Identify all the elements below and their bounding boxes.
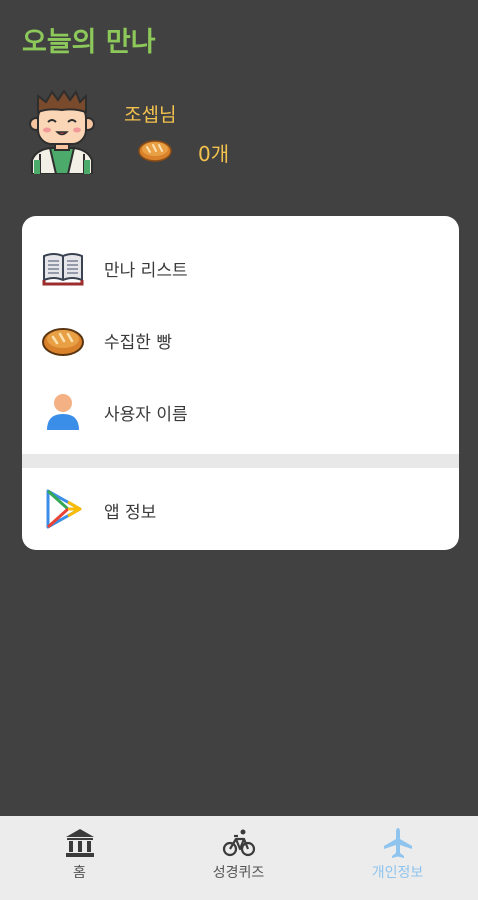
tab-bible-quiz[interactable]: 성경퀴즈 <box>159 816 318 900</box>
tab-label: 홈 <box>73 865 86 881</box>
tab-label: 성경퀴즈 <box>212 865 265 881</box>
play-store-icon <box>46 489 82 529</box>
app-title: 오늘의 만나 <box>22 27 156 58</box>
menu-item-label: 앱 정보 <box>104 503 157 523</box>
tab-label: 개인정보 <box>371 865 424 881</box>
menu-divider <box>22 454 459 468</box>
username: 조셉님 <box>124 104 177 126</box>
book-icon <box>42 253 84 286</box>
user-icon <box>47 394 79 430</box>
tab-personal-info[interactable]: 개인정보 <box>318 816 477 900</box>
bread-icon <box>138 140 172 162</box>
menu-item-app-info[interactable]: 앱 정보 <box>22 474 459 544</box>
menu-item-manna-list[interactable]: 만나 리스트 <box>22 232 459 302</box>
menu-item-label: 만나 리스트 <box>104 261 188 281</box>
menu-item-label: 사용자 이름 <box>104 405 188 425</box>
bread-icon <box>42 328 84 356</box>
menu-item-collected-bread[interactable]: 수집한 빵 <box>22 304 459 374</box>
bank-icon <box>65 829 94 857</box>
tab-home[interactable]: 홈 <box>0 816 159 900</box>
avatar[interactable] <box>26 90 98 174</box>
bread-count: 0개 <box>198 142 230 166</box>
airplane-icon <box>383 828 412 858</box>
menu-item-label: 수집한 빵 <box>104 333 172 353</box>
bottom-tab-bar: 홈 성경퀴즈 개인정보 <box>0 816 478 900</box>
profile-section: 조셉님 0개 <box>26 90 466 180</box>
bicycle-icon <box>222 829 255 857</box>
menu-item-username[interactable]: 사용자 이름 <box>22 376 459 446</box>
menu-card: 만나 리스트 수집한 빵 사용자 이름 앱 정보 <box>22 216 459 550</box>
